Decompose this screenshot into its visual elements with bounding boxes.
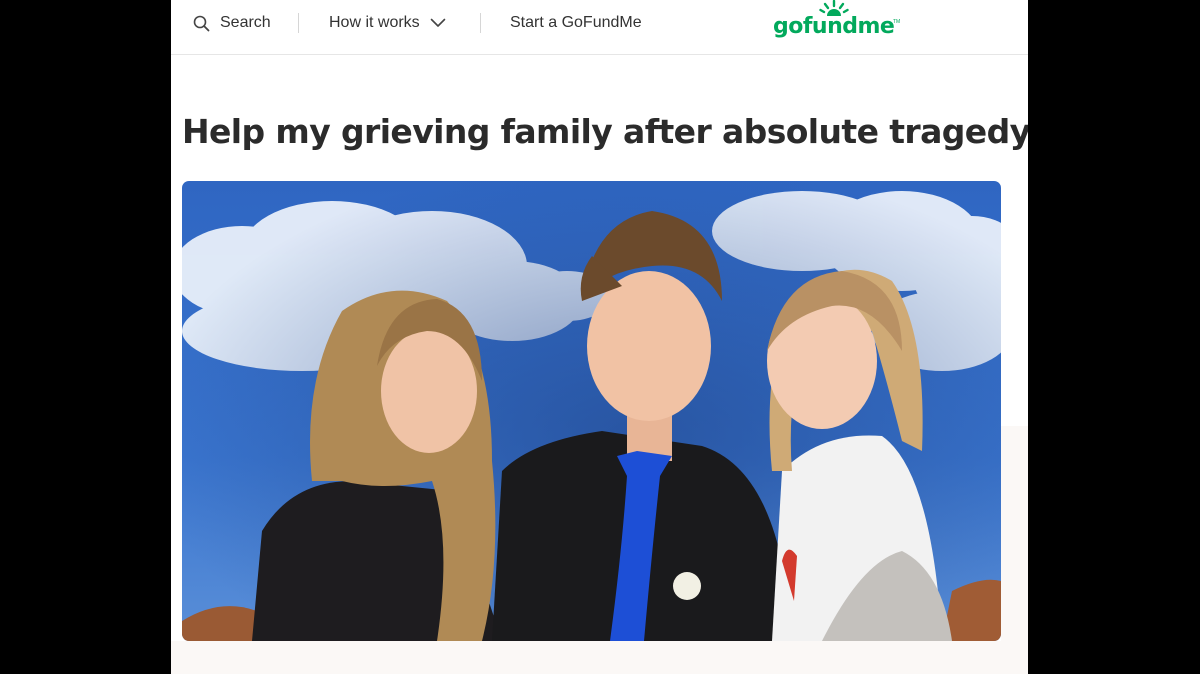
nav-divider bbox=[298, 13, 299, 33]
how-it-works-label: How it works bbox=[329, 14, 420, 31]
logo-wordmark: gofundme bbox=[773, 14, 895, 39]
chevron-down-icon bbox=[430, 18, 445, 27]
search-button[interactable]: Search bbox=[193, 0, 271, 46]
gofundme-logo[interactable]: gofundme TM bbox=[773, 0, 903, 46]
page: Search How it works Start a GoFundMe gof… bbox=[171, 0, 1028, 674]
nav-divider bbox=[480, 13, 481, 33]
search-icon bbox=[193, 15, 210, 31]
search-label: Search bbox=[220, 14, 271, 31]
content-area-below-image bbox=[171, 641, 1028, 674]
top-navigation-bar: Search How it works Start a GoFundMe gof… bbox=[171, 0, 1028, 55]
page-side-background bbox=[1001, 426, 1028, 674]
start-a-gofundme-label: Start a GoFundMe bbox=[510, 14, 642, 31]
campaign-title: Help my grieving family after absolute t… bbox=[182, 112, 1028, 151]
start-a-gofundme-link[interactable]: Start a GoFundMe bbox=[510, 0, 642, 46]
campaign-hero-image[interactable] bbox=[182, 181, 1001, 641]
logo-trademark: TM bbox=[893, 19, 901, 25]
hero-photo bbox=[182, 181, 1001, 641]
how-it-works-menu[interactable]: How it works bbox=[329, 0, 446, 46]
